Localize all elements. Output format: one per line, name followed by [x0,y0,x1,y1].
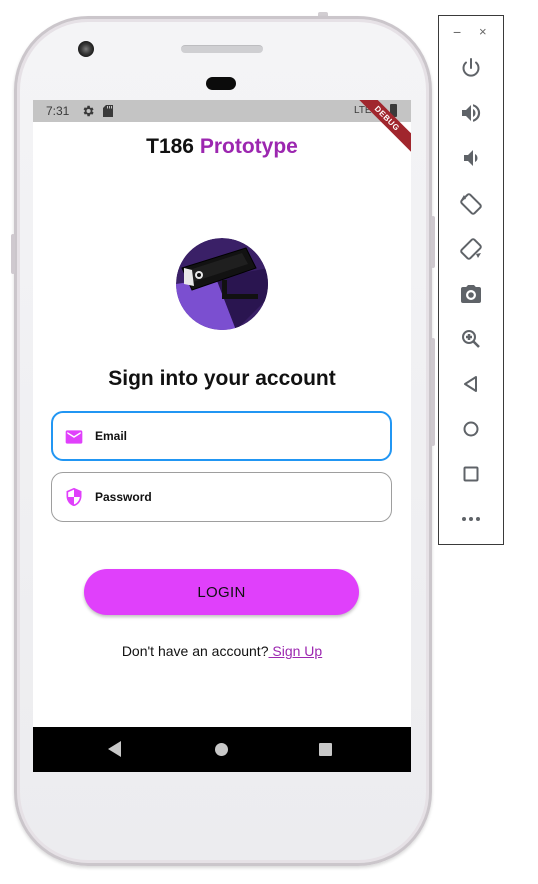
email-field[interactable] [51,411,392,461]
power-button[interactable] [459,56,483,80]
screenshot-button[interactable] [459,282,483,306]
back-button[interactable] [459,372,483,396]
close-button[interactable]: × [479,24,487,39]
phone-volume-keys [431,338,435,446]
security-camera-logo-icon [176,238,268,330]
signup-link[interactable]: Sign Up [268,643,322,659]
nav-home-icon[interactable] [215,743,228,756]
nav-back-icon[interactable] [108,741,121,757]
sd-card-icon [103,105,113,117]
camera-icon [461,285,481,303]
app-title-accent: Prototype [199,135,298,158]
email-input[interactable] [95,413,375,459]
login-button[interactable]: LOGIN [84,569,359,615]
rotate-left-icon [460,193,482,215]
phone-screen: 7:31 LTE DEBUG T186 Prototype Sign into … [33,100,411,772]
volume-up-button[interactable] [459,101,483,125]
zoom-icon [462,330,480,348]
mail-icon [65,430,83,444]
home-button[interactable] [459,417,483,441]
proximity-sensor [206,77,236,90]
status-time: 7:31 [46,104,70,118]
signup-prompt: Don't have an account? [121,643,269,659]
phone-power-key [431,216,435,268]
settings-gear-icon [83,105,94,117]
rotate-right-button[interactable] [459,237,483,261]
earpiece-speaker [181,45,263,53]
app-title-main: T186 [146,135,194,158]
overview-button[interactable] [459,462,483,486]
signup-row: Don't have an account? Sign Up [33,643,411,659]
home-icon [463,421,479,437]
front-camera [78,41,94,57]
rotate-left-button[interactable] [459,192,483,216]
nav-recents-icon[interactable] [319,743,332,756]
app-title: T186 Prototype [33,134,411,160]
overview-icon [463,466,479,482]
android-nav-bar [33,727,411,772]
volume-down-icon [464,150,478,166]
security-shield-icon [66,487,82,507]
back-icon [464,376,477,392]
rotate-right-icon [460,238,482,260]
volume-up-icon [462,104,481,122]
status-bar: 7:31 LTE DEBUG [33,100,411,156]
minimize-button[interactable]: − [453,24,461,40]
zoom-button[interactable] [459,327,483,351]
password-input[interactable] [95,473,375,521]
sign-in-heading: Sign into your account [108,367,336,390]
volume-down-button[interactable] [459,146,483,170]
toolbar-window-controls: − × [449,24,493,44]
emulator-toolbar: − × [438,15,504,545]
password-field[interactable] [51,472,392,522]
phone-side-key [11,234,15,274]
power-icon [462,58,480,77]
more-button[interactable] [459,507,483,531]
more-icon [462,517,480,521]
